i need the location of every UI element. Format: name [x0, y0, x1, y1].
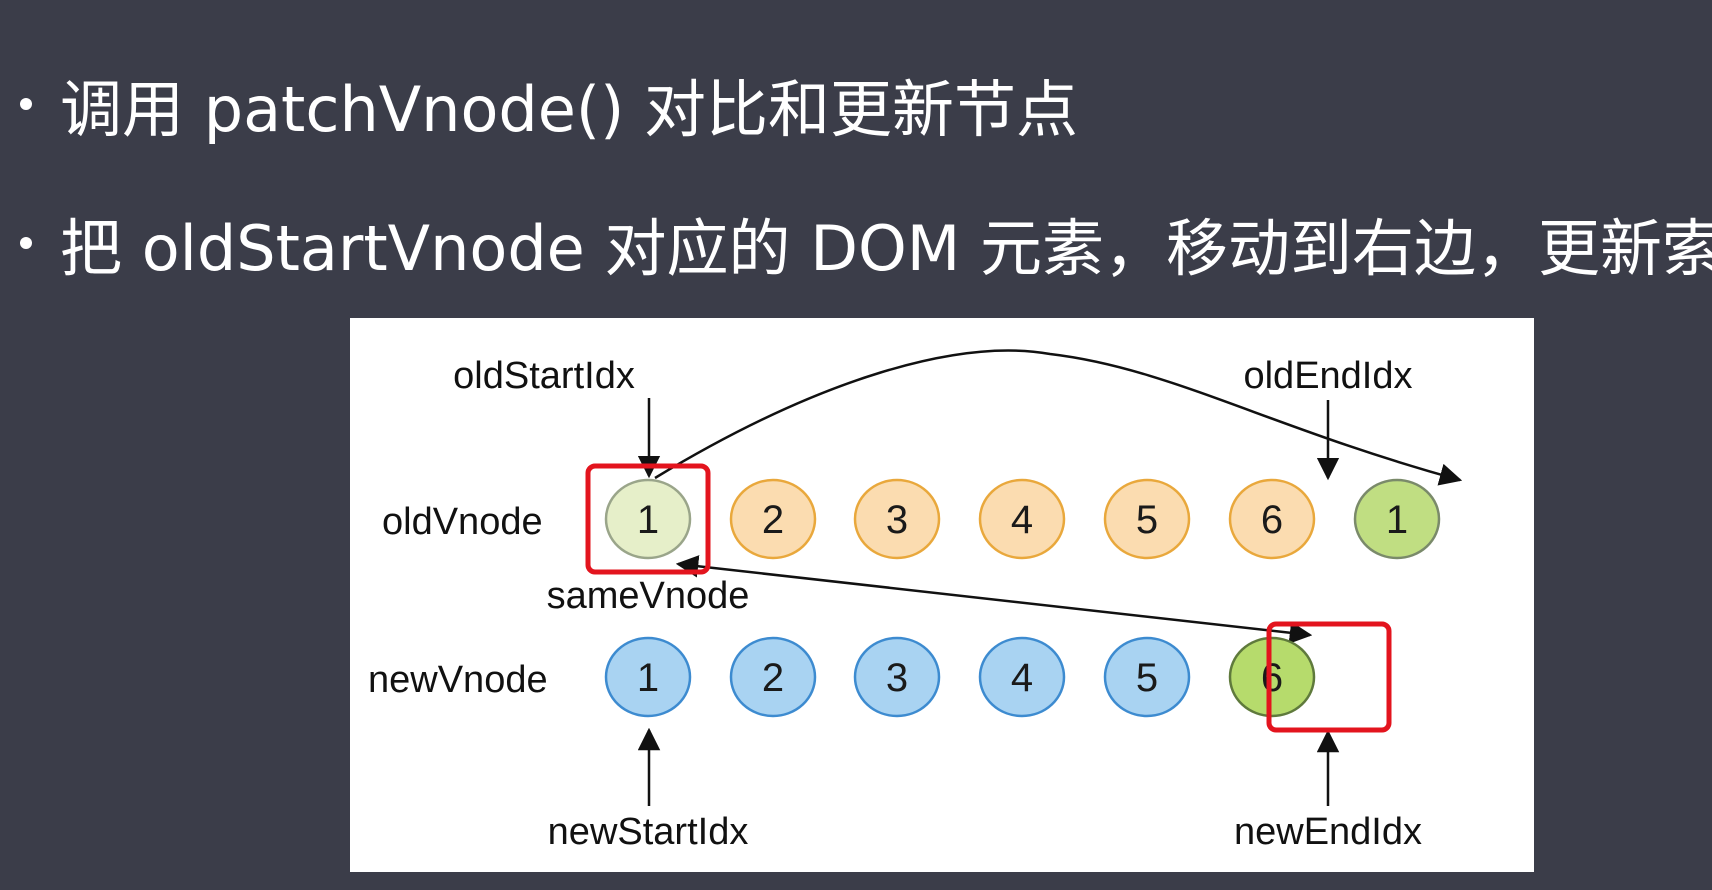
new-node-6-label: 6 [1261, 656, 1283, 700]
bullet-item-1: 调用 patchVnode() 对比和更新节点 [14, 64, 1078, 146]
old-node-2: 2 [729, 478, 817, 560]
new-node-1: 1 [604, 636, 692, 718]
new-node-5-label: 5 [1136, 656, 1158, 700]
new-vnode-row: 1 2 3 4 5 6 [604, 636, 1316, 718]
new-end-idx-label: newEndIdx [1234, 811, 1422, 853]
bullet-text-1: 调用 patchVnode() 对比和更新节点 [60, 73, 1078, 146]
bullet-item-2: 把 oldStartVnode 对应的 DOM 元素，移动到右边，更新索引 [14, 203, 1712, 285]
old-node-4-label: 4 [1011, 498, 1033, 542]
old-start-idx-label: oldStartIdx [453, 355, 635, 397]
old-node-1: 1 [604, 478, 692, 560]
old-node-6-label: 6 [1261, 498, 1283, 542]
old-node-5: 5 [1103, 478, 1191, 560]
old-node-6: 6 [1228, 478, 1316, 560]
old-node-3-label: 3 [886, 498, 908, 542]
old-vnode-label: oldVnode [382, 501, 543, 543]
old-node-7: 1 [1353, 478, 1441, 560]
old-node-5-label: 5 [1136, 498, 1158, 542]
old-vnode-row: 1 2 3 4 5 6 1 [604, 478, 1441, 560]
same-vnode-label: sameVnode [547, 575, 750, 617]
new-node-4: 4 [978, 636, 1066, 718]
old-node-2-label: 2 [762, 498, 784, 542]
new-node-4-label: 4 [1011, 656, 1033, 700]
new-start-idx-label: newStartIdx [548, 811, 749, 853]
old-node-1-label: 1 [637, 498, 659, 542]
new-node-3-label: 3 [886, 656, 908, 700]
diff-diagram: oldVnode newVnode oldStartIdx oldEndIdx … [350, 318, 1534, 872]
new-node-3: 3 [853, 636, 941, 718]
new-vnode-label: newVnode [368, 659, 548, 701]
bullet-dot-icon [20, 98, 32, 110]
same-vnode-arrow [675, 555, 1313, 644]
old-node-4: 4 [978, 478, 1066, 560]
bullet-text-2: 把 oldStartVnode 对应的 DOM 元素，移动到右边，更新索引 [60, 212, 1712, 285]
bullet-dot-icon [20, 237, 32, 249]
new-node-5: 5 [1103, 636, 1191, 718]
old-end-idx-label: oldEndIdx [1243, 355, 1412, 397]
new-node-2-label: 2 [762, 656, 784, 700]
new-node-2: 2 [729, 636, 817, 718]
old-node-7-label: 1 [1386, 498, 1408, 542]
new-node-6: 6 [1228, 636, 1316, 718]
diff-diagram-svg: oldVnode newVnode oldStartIdx oldEndIdx … [368, 349, 1463, 853]
old-node-3: 3 [853, 478, 941, 560]
new-node-1-label: 1 [637, 656, 659, 700]
